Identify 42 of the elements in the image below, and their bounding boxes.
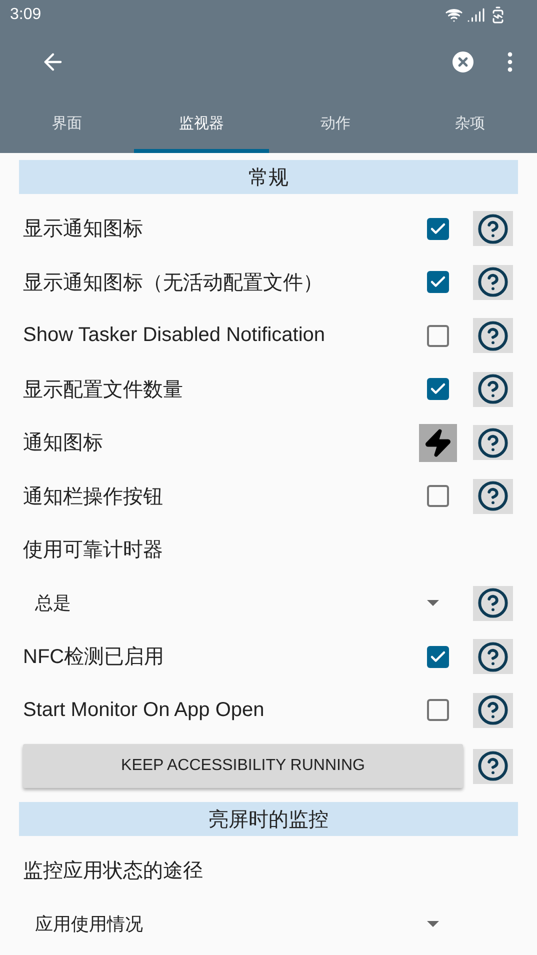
dropdown[interactable]: 总是 (23, 583, 463, 624)
tab[interactable]: 界面 (0, 94, 134, 153)
section-header: 亮屏时的监控 (19, 802, 518, 836)
help-button[interactable] (473, 639, 513, 674)
setting-label: 显示通知图标（无活动配置文件） (23, 270, 324, 296)
signal-icon (467, 6, 485, 24)
checkbox[interactable] (427, 485, 449, 508)
section-header: 常规 (19, 160, 518, 194)
help-button[interactable] (473, 264, 513, 300)
setting-label: 通知栏操作按钮 (23, 484, 164, 510)
lightning-icon[interactable] (419, 424, 457, 462)
caret-icon (427, 921, 439, 928)
setting-label: 显示通知图标 (23, 217, 144, 242)
caret-icon (427, 600, 439, 606)
setting-label: 使用可靠计时器 (23, 538, 164, 564)
checkbox[interactable] (427, 699, 449, 722)
tab[interactable]: 监视器 (134, 94, 268, 153)
help-button[interactable] (473, 318, 513, 354)
help-button[interactable] (473, 748, 513, 784)
dropdown[interactable]: 应用使用情况 (23, 904, 463, 944)
help-button[interactable] (473, 478, 513, 514)
keep-accessibility-button[interactable]: KEEP ACCESSIBILITY RUNNING (23, 744, 463, 788)
tab[interactable]: 杂项 (402, 94, 537, 153)
checkbox[interactable] (427, 378, 449, 400)
setting-label: Show Tasker Disabled Notification (23, 324, 326, 348)
help-button[interactable] (473, 372, 513, 407)
wifi-icon (445, 6, 463, 24)
checkbox[interactable] (427, 646, 449, 668)
checkbox[interactable] (427, 218, 449, 240)
checkbox[interactable] (427, 271, 449, 294)
setting-label: NFC检测已启用 (23, 645, 166, 670)
setting-label: 通知图标 (23, 431, 104, 456)
setting-label: Start Monitor On App Open (23, 698, 266, 722)
checkbox[interactable] (427, 324, 449, 347)
help-button[interactable] (473, 425, 513, 460)
help-button[interactable] (473, 692, 513, 728)
status-time: 3:09 (10, 6, 42, 24)
help-button[interactable] (473, 211, 513, 246)
setting-label: 监控应用状态的途径 (23, 859, 204, 884)
setting-label: 显示配置文件数量 (23, 378, 184, 403)
tab[interactable]: 动作 (268, 94, 403, 153)
help-button[interactable] (473, 586, 513, 621)
